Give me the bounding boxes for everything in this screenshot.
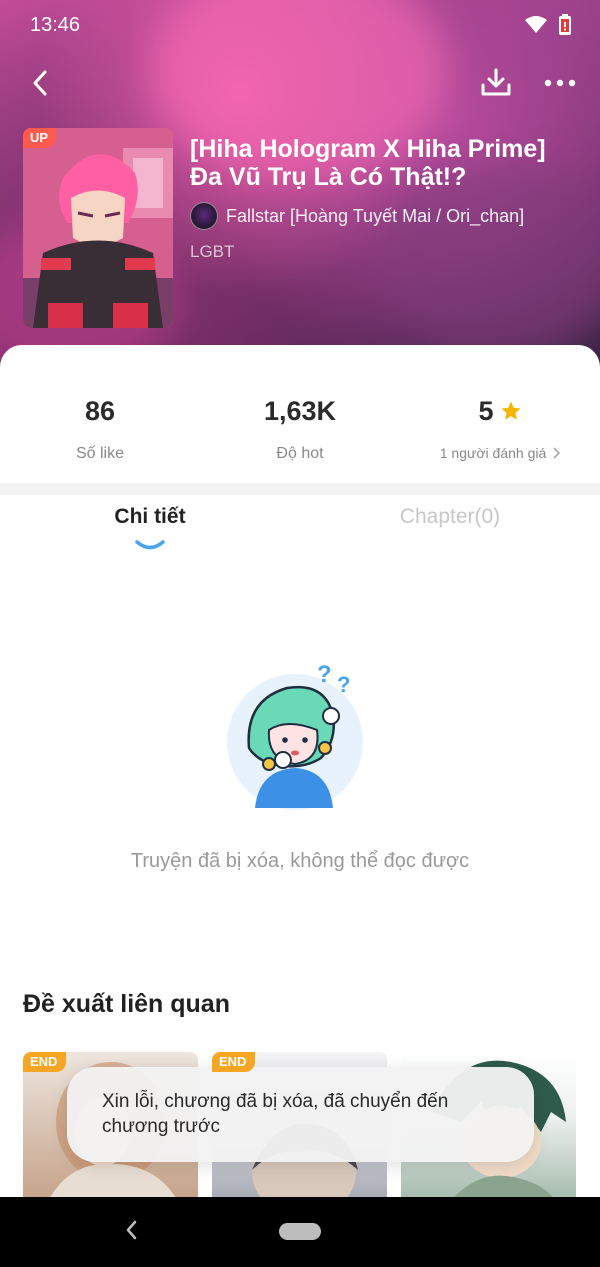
svg-text:?: ? bbox=[317, 661, 332, 688]
cover-illustration bbox=[23, 128, 173, 328]
download-button[interactable] bbox=[478, 65, 514, 101]
chevron-left-icon bbox=[33, 70, 47, 96]
chevron-right-icon bbox=[553, 447, 561, 459]
related-section-title: Đề xuất liên quan bbox=[23, 990, 230, 1018]
toast-message: Xin lỗi, chương đã bị xóa, đã chuyển đến… bbox=[67, 1067, 534, 1162]
book-info: [Hiha Hologram X Hiha Prime] Đa Vũ Trụ L… bbox=[190, 135, 580, 262]
system-back-icon bbox=[126, 1220, 137, 1240]
rating-score: 5 bbox=[478, 395, 494, 426]
empty-state-message: Truyện đã bị xóa, không thể đọc được bbox=[130, 850, 470, 872]
tab-chapters[interactable]: Chapter(0) bbox=[300, 505, 600, 553]
author-avatar bbox=[190, 202, 218, 230]
hot-label: Độ hot bbox=[276, 445, 324, 462]
rating-count-label: 1 người đánh giá bbox=[439, 445, 547, 461]
tab-bar: Chi tiết Chapter(0) bbox=[0, 505, 600, 553]
likes-label: Số like bbox=[75, 445, 125, 462]
book-title: [Hiha Hologram X Hiha Prime] Đa Vũ Trụ L… bbox=[190, 135, 546, 191]
rating-label-row: 1 người đánh giá bbox=[400, 445, 600, 461]
hot-count: 1,63K bbox=[263, 395, 337, 426]
likes-count: 86 bbox=[84, 395, 116, 426]
svg-text:?: ? bbox=[337, 672, 350, 697]
star-icon bbox=[500, 401, 521, 420]
stat-likes: 86 Số like bbox=[0, 395, 200, 463]
end-badge: END bbox=[23, 1052, 67, 1072]
system-home-button[interactable] bbox=[279, 1223, 321, 1240]
system-back-button[interactable] bbox=[124, 1219, 138, 1246]
book-cover[interactable]: UP bbox=[23, 128, 173, 328]
end-badge: END bbox=[212, 1052, 256, 1072]
more-options-button[interactable] bbox=[542, 65, 578, 101]
author-link[interactable]: Fallstar [Hoàng Tuyết Mai / Ori_chan] bbox=[190, 202, 580, 230]
more-icon bbox=[544, 79, 576, 87]
genre-tag[interactable]: LGBT bbox=[190, 242, 580, 262]
wifi-icon bbox=[525, 16, 547, 33]
stat-hot: 1,63K Độ hot bbox=[200, 395, 400, 463]
system-navigation-bar bbox=[0, 1197, 600, 1267]
top-navigation bbox=[0, 58, 600, 108]
up-badge: UP bbox=[23, 128, 57, 148]
status-time: 13:46 bbox=[30, 13, 81, 36]
tab-active-indicator bbox=[135, 540, 165, 550]
back-button[interactable] bbox=[22, 65, 58, 101]
stat-rating[interactable]: 5 1 người đánh giá bbox=[400, 395, 600, 463]
download-icon bbox=[481, 68, 511, 96]
section-divider bbox=[0, 483, 600, 495]
status-bar: 13:46 bbox=[0, 0, 600, 50]
battery-icon bbox=[559, 14, 571, 35]
author-name: Fallstar [Hoàng Tuyết Mai / Ori_chan] bbox=[226, 205, 525, 226]
empty-state-illustration: ? ? bbox=[227, 661, 363, 810]
stats-row: 86 Số like 1,63K Độ hot 5 1 người đánh g… bbox=[0, 395, 600, 463]
book-header: 13:46 UP [Hiha Hologram X Hiha Prime] Đa… bbox=[0, 0, 600, 370]
rating-value-row: 5 bbox=[400, 395, 600, 427]
